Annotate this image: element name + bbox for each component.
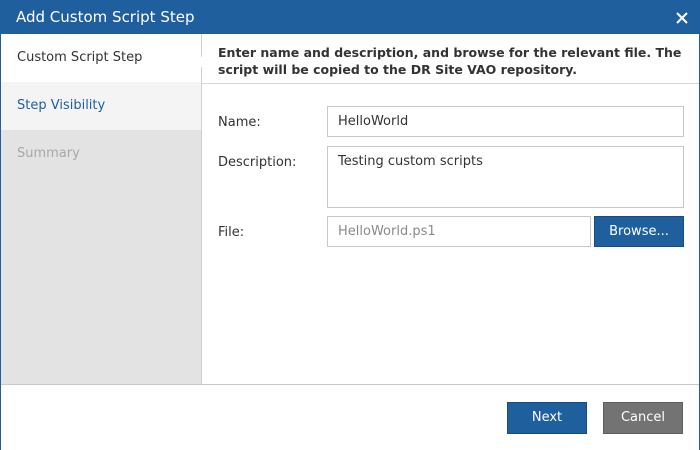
step-summary: Summary [1, 130, 201, 178]
close-icon[interactable] [669, 5, 695, 31]
cancel-button[interactable]: Cancel [603, 402, 683, 434]
step-label: Custom Script Step [17, 50, 143, 65]
title-bar: Add Custom Script Step [1, 1, 699, 34]
step-label: Summary [17, 146, 80, 161]
dialog-footer: Next Cancel [1, 384, 699, 450]
step-step-visibility[interactable]: Step Visibility [1, 82, 201, 130]
dialog-title: Add Custom Script Step [16, 8, 195, 26]
step-label: Step Visibility [17, 98, 106, 113]
file-path-input[interactable] [327, 216, 591, 247]
instructions-line-1: Enter name and description, and browse f… [218, 45, 682, 60]
step-instructions: Enter name and description, and browse f… [202, 34, 699, 84]
name-label: Name: [218, 115, 261, 130]
description-textarea[interactable]: Testing custom scripts [327, 146, 684, 208]
name-input[interactable] [327, 106, 684, 137]
wizard-steps-sidebar: Custom Script Step Step Visibility Summa… [1, 34, 202, 384]
step-custom-script-step[interactable]: Custom Script Step [1, 34, 201, 82]
dialog-window: Add Custom Script Step Custom Script Ste… [0, 0, 700, 450]
step-content: Enter name and description, and browse f… [202, 34, 699, 384]
next-button[interactable]: Next [507, 402, 587, 434]
file-label: File: [218, 225, 245, 240]
browse-button[interactable]: Browse... [594, 216, 684, 247]
instructions-line-2: script will be copied to the DR Site VAO… [218, 62, 578, 77]
description-label: Description: [218, 155, 297, 170]
